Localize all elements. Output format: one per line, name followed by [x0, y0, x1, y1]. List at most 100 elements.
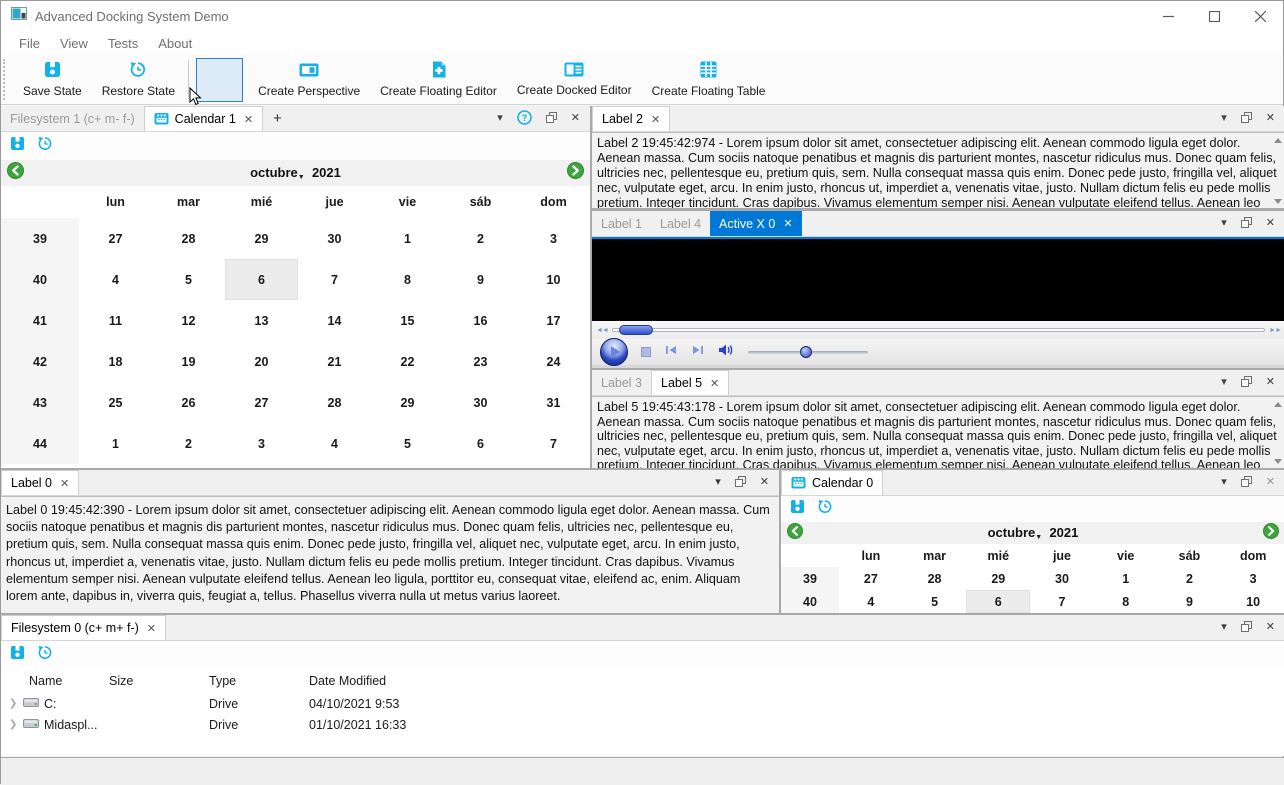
- tab-activex0[interactable]: Active X 0 ✕: [710, 211, 802, 236]
- save-state-button[interactable]: Save State: [13, 55, 92, 104]
- day-cell[interactable]: 30: [444, 382, 517, 423]
- day-cell[interactable]: 20: [225, 341, 298, 382]
- dock-menu-icon[interactable]: ▾: [1221, 113, 1227, 124]
- restore-state-button[interactable]: Restore State: [92, 55, 185, 104]
- table-row[interactable]: ❯ Midaspl... Drive 01/10/2021 16:33: [1, 714, 1284, 735]
- day-cell[interactable]: 29: [966, 567, 1030, 590]
- undock-icon[interactable]: [1240, 216, 1252, 231]
- tab-label2[interactable]: Label 2 ✕: [592, 106, 671, 131]
- day-cell[interactable]: 4: [298, 423, 371, 464]
- column-date-modified[interactable]: Date Modified: [309, 674, 509, 688]
- undock-icon[interactable]: [545, 111, 557, 126]
- toolbar-drag-handle[interactable]: [3, 59, 11, 100]
- day-cell[interactable]: 26: [152, 382, 225, 423]
- day-cell[interactable]: 22: [371, 341, 444, 382]
- scroll-up-icon[interactable]: [1274, 138, 1282, 143]
- restore-icon[interactable]: [37, 645, 53, 665]
- column-name[interactable]: Name: [1, 674, 109, 688]
- restore-icon[interactable]: [817, 499, 833, 519]
- maximize-button[interactable]: [1191, 1, 1237, 31]
- add-tab-button[interactable]: +: [263, 106, 292, 131]
- day-cell[interactable]: 9: [1158, 590, 1222, 613]
- menu-tests[interactable]: Tests: [98, 36, 148, 51]
- day-cell[interactable]: 4: [79, 259, 152, 300]
- day-cell[interactable]: 27: [79, 218, 152, 259]
- day-cell[interactable]: 5: [152, 259, 225, 300]
- day-cell[interactable]: 11: [79, 300, 152, 341]
- calendar1-month-year[interactable]: octubre▼ 2021: [1, 165, 590, 181]
- restore-icon[interactable]: [37, 136, 53, 156]
- close-tab-icon[interactable]: ✕: [147, 622, 156, 635]
- tab-label3[interactable]: Label 3: [592, 370, 651, 395]
- day-cell[interactable]: 21: [298, 341, 371, 382]
- fast-forward-icon[interactable]: ►►: [1269, 327, 1282, 334]
- day-cell[interactable]: 29: [225, 218, 298, 259]
- day-cell[interactable]: 28: [903, 567, 967, 590]
- tab-label1[interactable]: Label 1: [592, 211, 651, 236]
- day-cell[interactable]: 17: [517, 300, 590, 341]
- close-panel-icon[interactable]: ✕: [1266, 477, 1275, 488]
- stop-button[interactable]: [641, 347, 651, 357]
- dock-menu-icon[interactable]: ▾: [1221, 377, 1227, 388]
- day-cell[interactable]: 27: [839, 567, 903, 590]
- menu-file[interactable]: File: [9, 36, 50, 51]
- rewind-icon[interactable]: ◄◄: [596, 327, 609, 334]
- undock-icon[interactable]: [1240, 111, 1252, 126]
- column-type[interactable]: Type: [209, 674, 309, 688]
- expand-chevron-icon[interactable]: ❯: [9, 698, 23, 709]
- day-cell[interactable]: 15: [371, 300, 444, 341]
- day-cell[interactable]: 4: [839, 590, 903, 613]
- close-panel-icon[interactable]: ✕: [1266, 622, 1275, 633]
- day-cell[interactable]: 28: [152, 218, 225, 259]
- scroll-down-icon[interactable]: [1274, 459, 1282, 464]
- create-docked-editor-button[interactable]: Create Docked Editor: [507, 55, 642, 104]
- day-cell[interactable]: 13: [225, 300, 298, 341]
- day-cell[interactable]: 5: [903, 590, 967, 613]
- day-cell[interactable]: 5: [371, 423, 444, 464]
- day-cell[interactable]: 7: [298, 259, 371, 300]
- day-cell[interactable]: 16: [444, 300, 517, 341]
- day-cell[interactable]: 1: [1094, 567, 1158, 590]
- day-cell[interactable]: 6: [444, 423, 517, 464]
- help-icon[interactable]: ?: [516, 109, 532, 128]
- expand-chevron-icon[interactable]: ❯: [9, 719, 23, 730]
- menu-view[interactable]: View: [50, 36, 98, 51]
- day-cell[interactable]: 14: [298, 300, 371, 341]
- tab-filesystem0[interactable]: Filesystem 0 (c+ m+ f-) ✕: [1, 615, 167, 640]
- create-floating-editor-button[interactable]: Create Floating Editor: [370, 55, 507, 104]
- day-cell[interactable]: 10: [1221, 590, 1284, 613]
- tab-calendar1[interactable]: Calendar 1 ✕: [143, 106, 264, 131]
- day-cell[interactable]: 31: [517, 382, 590, 423]
- close-panel-icon[interactable]: ✕: [1266, 218, 1275, 229]
- day-cell[interactable]: 2: [1158, 567, 1222, 590]
- day-cell[interactable]: 25: [79, 382, 152, 423]
- close-button[interactable]: [1237, 1, 1283, 31]
- close-panel-icon[interactable]: ✕: [1266, 113, 1275, 124]
- dock-menu-icon[interactable]: ▾: [1221, 218, 1227, 229]
- table-row[interactable]: ❯ C: Drive 04/10/2021 9:53: [1, 693, 1284, 714]
- day-cell[interactable]: 30: [1030, 567, 1094, 590]
- tab-label4[interactable]: Label 4: [651, 211, 710, 236]
- dock-menu-icon[interactable]: ▾: [497, 113, 503, 124]
- volume-icon[interactable]: [718, 343, 735, 362]
- close-panel-icon[interactable]: ✕: [571, 113, 580, 124]
- close-tab-icon[interactable]: ✕: [783, 217, 792, 230]
- day-cell[interactable]: 3: [1221, 567, 1284, 590]
- day-cell[interactable]: 1: [79, 423, 152, 464]
- dock-menu-icon[interactable]: ▾: [1221, 477, 1227, 488]
- day-cell[interactable]: 23: [444, 341, 517, 382]
- day-cell[interactable]: 9: [444, 259, 517, 300]
- scroll-down-icon[interactable]: [1274, 199, 1282, 204]
- close-panel-icon[interactable]: ✕: [760, 477, 769, 488]
- dock-menu-icon[interactable]: ▾: [715, 477, 721, 488]
- day-cell[interactable]: 7: [517, 423, 590, 464]
- menu-about[interactable]: About: [148, 36, 202, 51]
- column-size[interactable]: Size: [109, 674, 209, 688]
- day-cell[interactable]: 8: [371, 259, 444, 300]
- dock-menu-icon[interactable]: ▾: [1221, 622, 1227, 633]
- day-cell[interactable]: 18: [79, 341, 152, 382]
- calendar0-month-year[interactable]: octubre▼ 2021: [781, 525, 1284, 541]
- day-cell[interactable]: 2: [152, 423, 225, 464]
- seek-track[interactable]: [611, 325, 1266, 335]
- day-cell[interactable]: 24: [517, 341, 590, 382]
